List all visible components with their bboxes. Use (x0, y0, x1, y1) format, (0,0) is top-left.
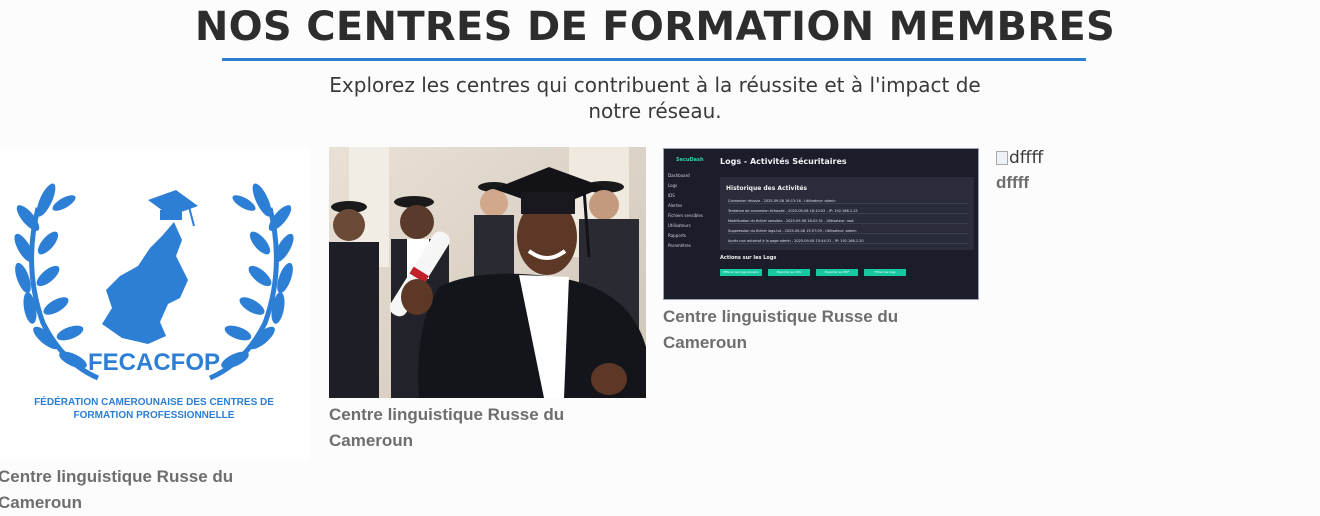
dashboard-brand: SecuDash (676, 157, 704, 163)
dashboard-action-button: Exporter en CSV (768, 269, 810, 276)
dashboard-log-row: Modification du fichier sensible - 2025-… (728, 219, 968, 224)
center-card[interactable]: Centre linguistique Russe du Cameroun (329, 147, 646, 454)
dashboard-actions-title: Actions sur les Logs (720, 255, 777, 261)
center-card[interactable]: SecuDash Dashboard Logs IDS Alertes Fich… (663, 148, 979, 356)
dashboard-nav-item: Rapports (668, 233, 686, 238)
dashboard-nav-item: IDS (668, 193, 675, 198)
broken-image[interactable]: dffff (996, 148, 1076, 168)
logo-subtitle-line1: FÉDÉRATION CAMEROUNAISE DES CENTRES DE (34, 395, 274, 408)
dashboard-nav: Dashboard Logs IDS Alertes Fichiers sens… (668, 171, 703, 251)
center-name[interactable]: dffff (996, 170, 1076, 196)
dashboard-main: Logs - Activités Sécuritaires Historique… (714, 149, 978, 299)
logo-name: FECACFOP (88, 349, 220, 376)
dashboard-log-row: Connexion réussie - 2025-09-08 16:13:16 … (728, 199, 968, 204)
dashboard-log-row: Suppression du fichier logs.txt - 2025-0… (728, 229, 968, 234)
dashboard-action-button: Exporter en PDF (816, 269, 858, 276)
page-subtitle: Explorez les centres qui contribuent à l… (329, 73, 981, 123)
fecacfop-logo[interactable]: FECACFOP FÉDÉRATION CAMEROUNAISE DES CEN… (0, 148, 310, 460)
dashboard-screenshot[interactable]: SecuDash Dashboard Logs IDS Alertes Fich… (663, 148, 979, 300)
center-name[interactable]: Centre linguistique Russe du Cameroun (329, 402, 646, 454)
dashboard-nav-item: Dashboard (668, 173, 690, 178)
dashboard-nav-item: Utilisateurs (668, 223, 691, 228)
dashboard-action-button: Filtrer les logs (864, 269, 906, 276)
broken-image-alt: dffff (1009, 148, 1044, 168)
center-name[interactable]: Centre linguistique Russe du Cameroun (0, 464, 310, 516)
dashboard-title: Logs - Activités Sécuritaires (720, 157, 847, 166)
title-underline (222, 58, 1086, 61)
dashboard-action-button: Effacer les logs anciens (720, 269, 762, 276)
dashboard-nav-item: Logs (668, 183, 678, 188)
dashboard-panel: Historique des Activités Connexion réuss… (720, 177, 974, 250)
logo-subtitle-line2: FORMATION PROFESSIONNELLE (74, 410, 235, 421)
dashboard-nav-item: Fichiers sensibles (668, 213, 703, 218)
page-title: NOS CENTRES DE FORMATION MEMBRES (194, 4, 1116, 50)
dashboard-log-row: Tentative de connexion échouée - 2025-09… (728, 209, 968, 214)
dashboard-nav-item: Paramètres (668, 243, 691, 248)
center-card[interactable]: FECACFOP FÉDÉRATION CAMEROUNAISE DES CEN… (0, 148, 310, 516)
photo-graphic (329, 147, 646, 398)
dashboard-log-row: Accès non autorisé à la page admin - 202… (728, 239, 968, 244)
graduation-photo[interactable] (329, 147, 646, 398)
dashboard-nav-item: Alertes (668, 203, 683, 208)
center-name[interactable]: Centre linguistique Russe du Cameroun (663, 304, 979, 356)
center-card[interactable]: dffff dffff (996, 148, 1076, 196)
broken-image-icon (996, 151, 1008, 165)
logo-graphic: FECACFOP FÉDÉRATION CAMEROUNAISE DES CEN… (14, 183, 294, 421)
dashboard-sidebar: SecuDash Dashboard Logs IDS Alertes Fich… (664, 149, 712, 299)
dashboard-panel-title: Historique des Activités (726, 185, 808, 192)
